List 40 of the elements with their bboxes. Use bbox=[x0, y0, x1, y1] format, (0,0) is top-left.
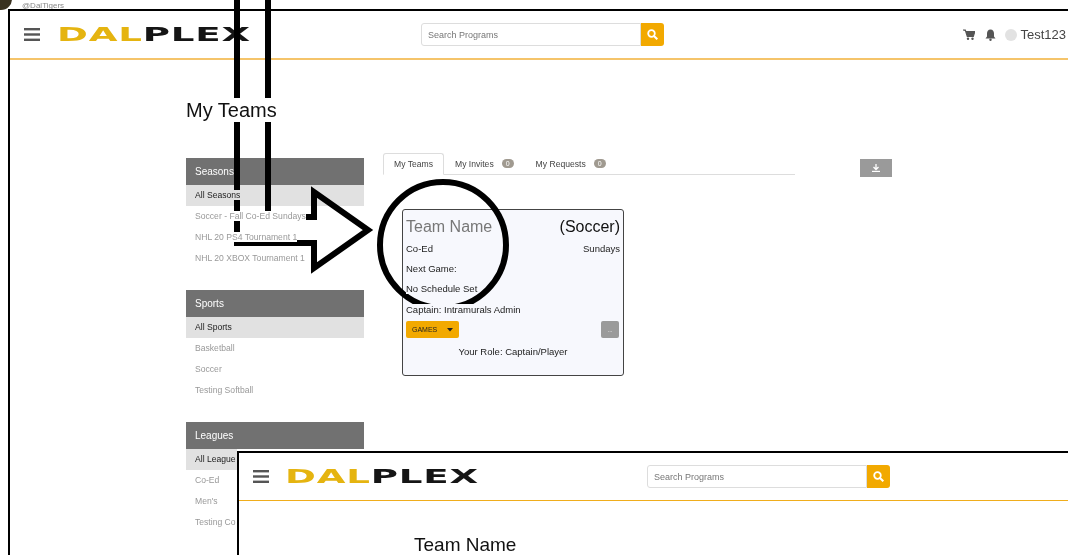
sport-label: (Soccer) bbox=[559, 218, 620, 236]
section-header: Leagues bbox=[186, 422, 364, 449]
filter-label: Men's bbox=[195, 496, 218, 506]
filter-label: NHL 20 XBOX Tournament 1 bbox=[195, 253, 305, 263]
user-name[interactable]: Test123 bbox=[1020, 27, 1066, 42]
section-header: Seasons bbox=[186, 158, 364, 185]
search-icon bbox=[647, 29, 658, 40]
tab[interactable]: My Teams bbox=[383, 153, 444, 175]
search-field[interactable]: Search Programs bbox=[421, 23, 641, 46]
menu-icon[interactable] bbox=[24, 28, 40, 41]
menu-icon[interactable] bbox=[253, 470, 269, 483]
filter-label: Testing Co bbox=[195, 517, 236, 527]
filter-row[interactable]: All League bbox=[186, 449, 237, 470]
filter-label: NHL 20 PS4 Tournament 1 bbox=[195, 232, 298, 242]
section-header: Sports bbox=[186, 290, 364, 317]
download-icon bbox=[872, 164, 880, 172]
next-game-label: Next Game: bbox=[406, 263, 457, 274]
filter-label: Soccer bbox=[195, 364, 222, 374]
search-field[interactable]: Search Programs bbox=[647, 465, 867, 488]
page-title: My Teams bbox=[186, 98, 277, 122]
logo[interactable]: DAL PLEX bbox=[285, 468, 580, 485]
day-label: Sundays bbox=[583, 243, 620, 254]
cart-icon[interactable] bbox=[963, 29, 976, 40]
bell-icon[interactable] bbox=[985, 28, 997, 41]
filter-row[interactable]: All Sports bbox=[186, 317, 364, 338]
league-label: Co-Ed bbox=[406, 243, 433, 254]
search-icon bbox=[873, 471, 884, 482]
role-text: Your Role: Captain/Player bbox=[458, 346, 568, 357]
page-title: Team Name bbox=[414, 535, 518, 555]
filter-label: Soccer - Fall Co-Ed Sundays bbox=[195, 211, 306, 221]
filter-label: All League bbox=[195, 454, 236, 464]
filter-label: All Seasons bbox=[195, 190, 241, 200]
filter-label: Co-Ed bbox=[195, 475, 220, 485]
user-handle: @DalTigers bbox=[22, 1, 65, 10]
filter-label: All Sports bbox=[195, 322, 232, 332]
filter-label: Testing Softball bbox=[195, 385, 254, 395]
caret-icon bbox=[447, 327, 454, 332]
captain-text: Captain: Intramurals Admin bbox=[406, 304, 521, 315]
schedule-text: No Schedule Set bbox=[406, 283, 478, 294]
filter-label: Basketball bbox=[195, 343, 235, 353]
